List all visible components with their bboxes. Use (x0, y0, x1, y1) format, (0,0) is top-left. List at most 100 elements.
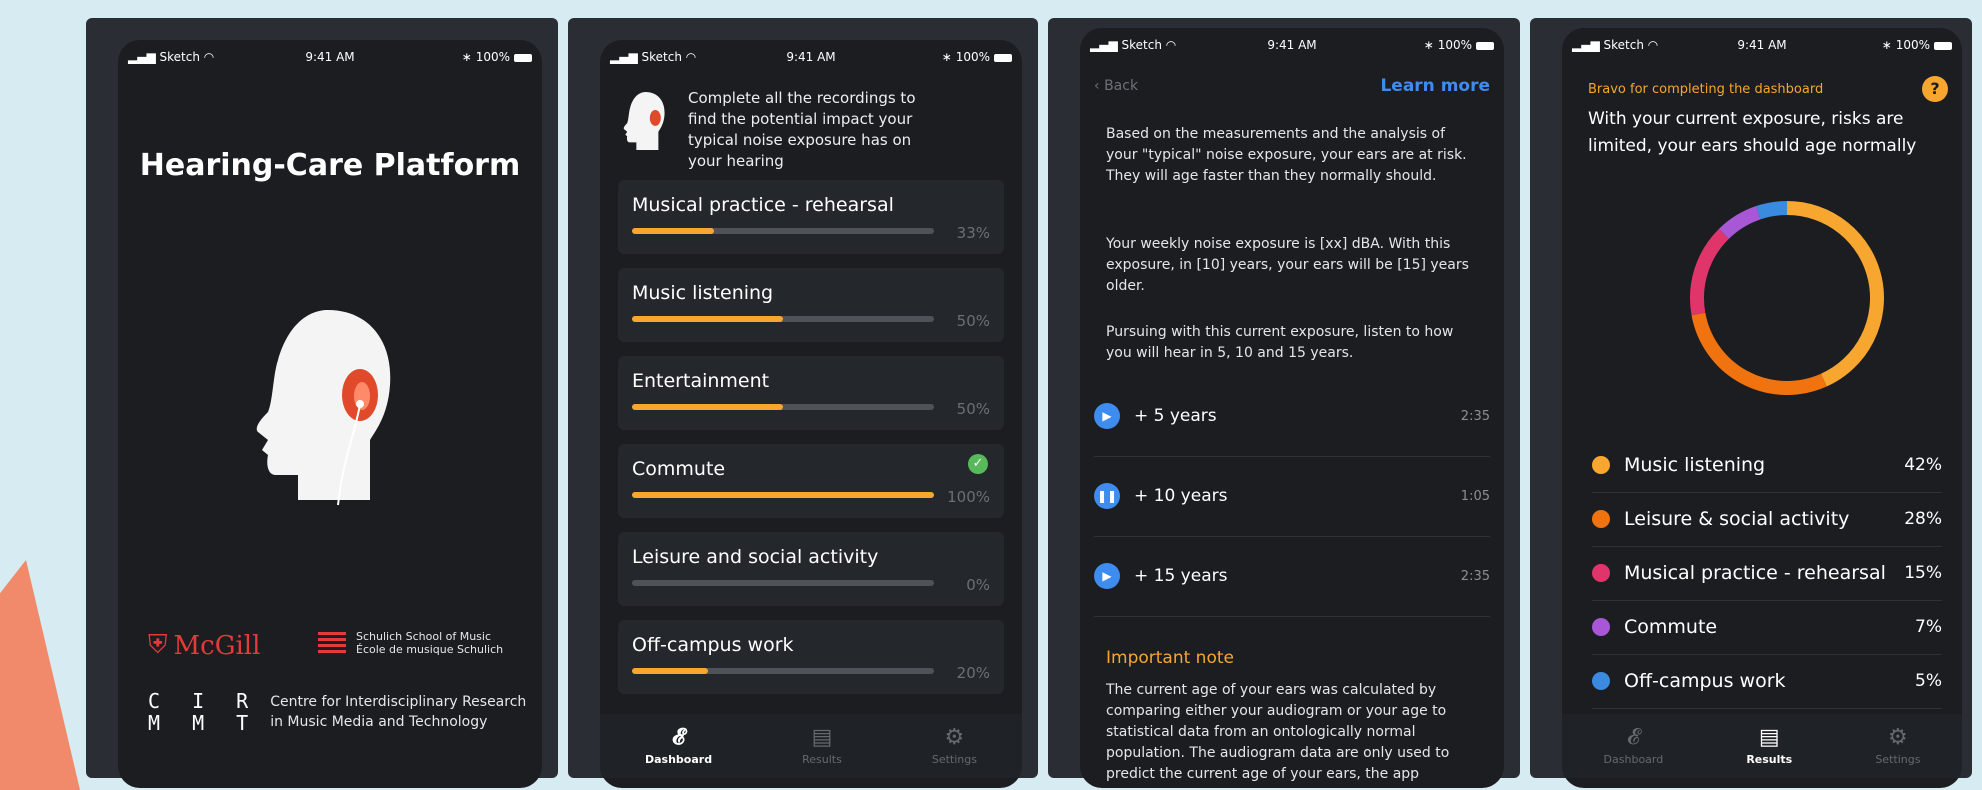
pause-icon[interactable]: ❚❚ (1094, 483, 1120, 509)
legend-dot (1592, 672, 1610, 690)
tab-bar: 𝓔 Dashboard ▤ Results ⚙ Settings (600, 714, 1022, 778)
battery-icon (514, 53, 532, 62)
signal-icon: ▂▄▆ (1090, 38, 1118, 52)
status-bar: ▂▄▆ Sketch ◠ 9:41 AM ∗ 100% (1572, 36, 1952, 54)
progress-percent: 20% (956, 664, 990, 682)
category-card[interactable]: Leisure and social activity 0% (618, 532, 1004, 606)
results-icon: ▤ (811, 724, 833, 750)
legend-percent: 5% (1915, 671, 1942, 691)
track-15-years[interactable]: ▶ + 15 years 2:35 (1094, 536, 1490, 617)
decorative-shape (0, 560, 80, 790)
important-note-text: The current age of your ears was calcula… (1106, 682, 1450, 782)
legend-item[interactable]: Off-campus work 5% (1592, 654, 1942, 709)
progress-percent: 0% (966, 576, 990, 594)
category-title: Commute (632, 458, 726, 480)
legend-item[interactable]: Commute 7% (1592, 600, 1942, 655)
progress-fill (632, 668, 708, 674)
schulich-logo: Schulich School of Music École de musique… (318, 630, 503, 656)
signal-icon: ▂▄▆ (610, 50, 638, 64)
progress-percent: 100% (947, 488, 990, 506)
progress-percent: 50% (956, 400, 990, 418)
legend-item[interactable]: Leisure & social activity 28% (1592, 492, 1942, 547)
progress-fill (632, 316, 783, 322)
wifi-icon: ◠ (1647, 38, 1659, 52)
battery-icon (994, 53, 1012, 62)
category-title: Music listening (632, 282, 774, 304)
signal-icon: ▂▄▆ (1572, 38, 1600, 52)
schulich-stripes-icon (318, 632, 346, 654)
battery-icon (1476, 41, 1494, 50)
bluetooth-icon: ∗ (1423, 38, 1434, 52)
bluetooth-icon: ∗ (941, 50, 952, 64)
legend-label: Musical practice - rehearsal (1624, 562, 1886, 584)
track-10-years[interactable]: ❚❚ + 10 years 1:05 (1094, 456, 1490, 537)
wifi-icon: ◠ (203, 50, 215, 64)
progress-percent: 50% (956, 312, 990, 330)
signal-icon: ▂▄▆ (128, 50, 156, 64)
tab-dashboard[interactable]: 𝓔 Dashboard (1604, 724, 1664, 766)
status-bar: ▂▄▆ Sketch ◠ 9:41 AM ∗ 100% (1090, 36, 1494, 54)
donut-slice (1756, 201, 1788, 220)
check-icon: ✓ (968, 454, 988, 474)
legend-item[interactable]: Music listening 42% (1592, 438, 1942, 493)
learn-more-link[interactable]: Learn more (1380, 76, 1490, 96)
dashboard-screen: ▂▄▆ Sketch ◠ 9:41 AM ∗ 100% Complete all… (600, 40, 1022, 788)
progress-bar (632, 492, 934, 498)
category-card[interactable]: Commute 100% ✓ (618, 444, 1004, 518)
donut-slice (1718, 206, 1761, 239)
progress-bar (632, 580, 934, 586)
ear-icon: 𝓔 (672, 724, 685, 750)
important-note-heading: Important note (1106, 648, 1234, 668)
head-illustration-icon (238, 300, 408, 514)
track-5-years[interactable]: ▶ + 5 years 2:35 (1094, 376, 1490, 457)
phone-frame-2: ▂▄▆ Sketch ◠ 9:41 AM ∗ 100% Complete all… (568, 18, 1038, 788)
back-button[interactable]: ‹ Back (1094, 78, 1138, 94)
category-card[interactable]: Entertainment 50% (618, 356, 1004, 430)
donut-slice (1690, 228, 1729, 316)
mcgill-logo: ⛨ McGill (148, 630, 261, 661)
donut-slice (1786, 201, 1884, 387)
legend-dot (1592, 564, 1610, 582)
risk-paragraph: Based on the measurements and the analys… (1106, 126, 1467, 184)
nav-bar: ‹ Back Learn more (1094, 76, 1490, 96)
tab-dashboard[interactable]: 𝓔 Dashboard (645, 724, 712, 766)
play-icon[interactable]: ▶ (1094, 563, 1120, 589)
category-title: Entertainment (632, 370, 770, 392)
phone-frame-3: ▂▄▆ Sketch ◠ 9:41 AM ∗ 100% ‹ Back Learn… (1048, 18, 1520, 788)
wifi-icon: ◠ (1165, 38, 1177, 52)
crest-icon: ⛨ (148, 630, 168, 660)
wifi-icon: ◠ (685, 50, 697, 64)
dashboard-intro: Complete all the recordings to find the … (618, 88, 948, 172)
category-card[interactable]: Musical practice - rehearsal 33% (618, 180, 1004, 254)
category-card[interactable]: Music listening 50% (618, 268, 1004, 342)
bluetooth-icon: ∗ (461, 50, 472, 64)
progress-bar (632, 316, 934, 322)
splash-screen: ▂▄▆ Sketch ◠ 9:41 AM ∗ 100% Hearing-Care… (118, 40, 542, 788)
help-icon[interactable]: ? (1922, 76, 1948, 102)
tab-results[interactable]: ▤ Results (802, 724, 842, 766)
category-title: Leisure and social activity (632, 546, 879, 568)
battery-icon (1934, 41, 1952, 50)
progress-fill (632, 492, 934, 498)
app-title: Hearing-Care Platform (139, 148, 521, 183)
progress-bar (632, 228, 934, 234)
legend-label: Music listening (1624, 454, 1766, 476)
progress-percent: 33% (956, 224, 990, 242)
listen-paragraph: Pursuing with this current exposure, lis… (1106, 324, 1454, 361)
ear-icon: 𝓔 (1627, 724, 1640, 750)
progress-bar (632, 404, 934, 410)
legend-percent: 42% (1904, 455, 1942, 475)
tab-bar: 𝓔 Dashboard ▤ Results ⚙ Settings (1562, 714, 1962, 778)
bluetooth-icon: ∗ (1881, 38, 1892, 52)
legend-item[interactable]: Musical practice - rehearsal 15% (1592, 546, 1942, 601)
gear-icon: ⚙ (1888, 724, 1908, 750)
tab-settings[interactable]: ⚙ Settings (932, 726, 977, 766)
status-bar: ▂▄▆ Sketch ◠ 9:41 AM ∗ 100% (128, 48, 532, 66)
play-icon[interactable]: ▶ (1094, 403, 1120, 429)
category-card[interactable]: Off-campus work 20% (618, 620, 1004, 694)
legend-label: Leisure & social activity (1624, 508, 1850, 530)
tab-settings[interactable]: ⚙ Settings (1875, 724, 1920, 766)
results-detail-screen: ▂▄▆ Sketch ◠ 9:41 AM ∗ 100% ‹ Back Learn… (1080, 28, 1504, 788)
legend-percent: 7% (1915, 617, 1942, 637)
tab-results[interactable]: ▤ Results (1746, 726, 1792, 766)
